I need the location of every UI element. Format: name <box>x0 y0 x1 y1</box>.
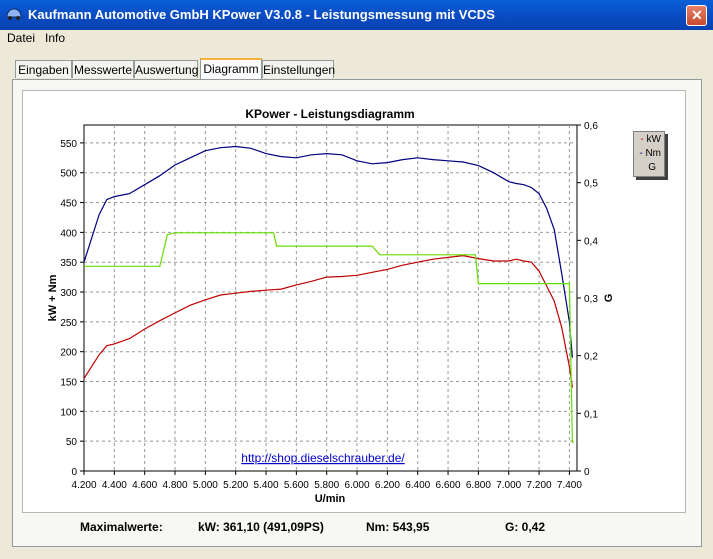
y-tick-label: 50 <box>66 437 78 448</box>
x-tick-label: 6.400 <box>405 480 430 491</box>
x-tick-label: 5.000 <box>193 480 218 491</box>
x-tick-label: 7.200 <box>527 480 552 491</box>
y2-tick-label: 0,5 <box>584 179 598 190</box>
x-tick-label: 6.000 <box>345 480 370 491</box>
x-tick-label: 5.400 <box>254 480 279 491</box>
y-tick-label: 100 <box>60 407 77 418</box>
y-tick-label: 350 <box>60 258 77 269</box>
legend-g: G <box>648 162 656 173</box>
chart-legend: - kW - Nm G <box>633 131 665 177</box>
x-tick-label: 5.800 <box>314 480 339 491</box>
x-tick-label: 4.800 <box>162 480 187 491</box>
x-tick-label: 6.200 <box>375 480 400 491</box>
x-tick-label: 7.000 <box>496 480 521 491</box>
y-axis-label: kW + Nm <box>47 274 59 321</box>
max-nm-value: Nm: 543,95 <box>366 520 430 534</box>
y2-tick-label: 0,4 <box>584 236 598 247</box>
y-tick-label: 0 <box>71 467 77 478</box>
y-tick-label: 550 <box>60 139 77 150</box>
y2-tick-label: 0,2 <box>584 352 598 363</box>
max-kw-value: kW: 361,10 (491,09PS) <box>198 520 324 534</box>
y2-tick-label: 0 <box>584 467 590 478</box>
y2-axis-label: G <box>603 294 615 303</box>
tab-diagramm[interactable]: Diagramm <box>200 58 262 79</box>
max-values-label: Maximalwerte: <box>80 520 163 534</box>
y-tick-label: 250 <box>60 318 77 329</box>
x-tick-label: 6.800 <box>466 480 491 491</box>
y-tick-label: 500 <box>60 169 77 180</box>
x-tick-label: 5.200 <box>223 480 248 491</box>
x-tick-label: 6.600 <box>436 480 461 491</box>
max-g-value: G: 0,42 <box>505 520 546 534</box>
y-tick-label: 300 <box>60 288 77 299</box>
y2-tick-label: 0,3 <box>584 294 598 305</box>
x-tick-label: 4.400 <box>102 480 127 491</box>
y-tick-label: 450 <box>60 199 77 210</box>
x-tick-label: 7.400 <box>557 480 582 491</box>
y-tick-label: 400 <box>60 228 77 239</box>
power-chart: KPower - Leistungsdiagramm 4.200 4.400 4.6… <box>47 107 615 505</box>
shop-link[interactable]: http://shop.dieselschrauber.de/ <box>241 451 405 465</box>
chart-title: KPower - Leistungsdiagramm <box>245 107 414 121</box>
x-axis-label: U/min <box>315 493 346 505</box>
legend-kw: - kW <box>640 134 661 145</box>
legend-nm: - Nm <box>639 148 661 159</box>
x-tick-label: 4.200 <box>71 480 96 491</box>
y-tick-label: 150 <box>60 378 77 389</box>
x-tick-label: 4.600 <box>132 480 157 491</box>
y2-tick-label: 0,6 <box>584 121 598 132</box>
x-tick-label: 5.600 <box>284 480 309 491</box>
y2-tick-label: 0,1 <box>584 409 598 420</box>
y-tick-label: 200 <box>60 348 77 359</box>
